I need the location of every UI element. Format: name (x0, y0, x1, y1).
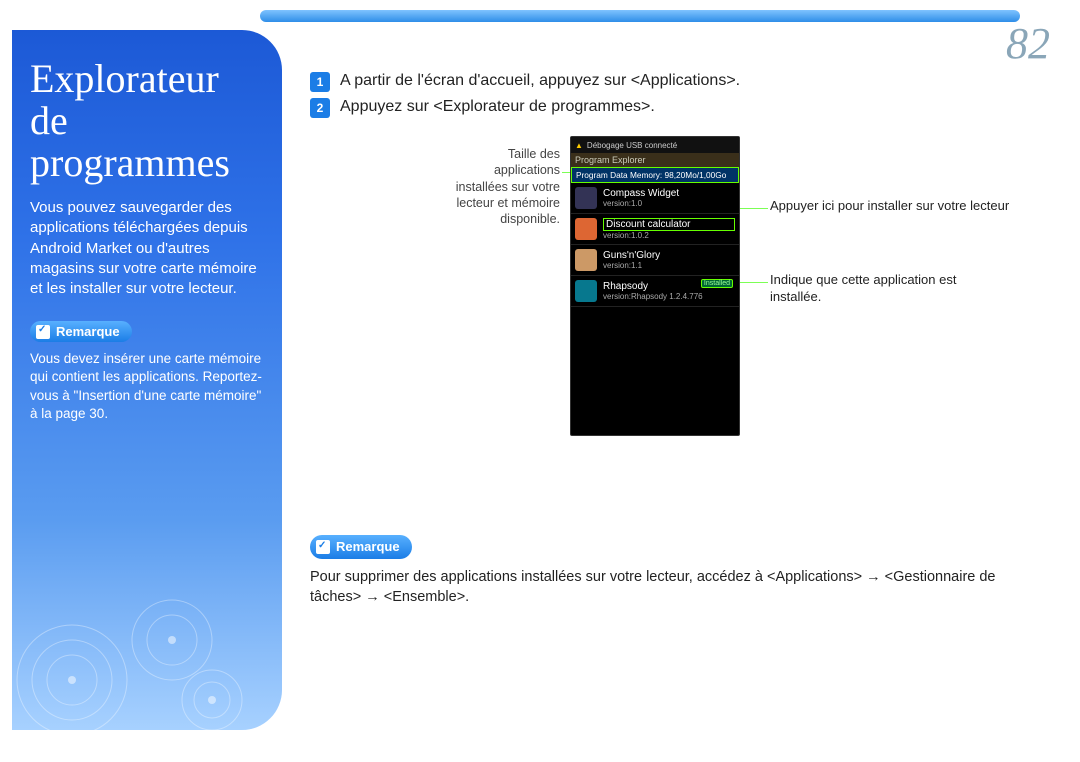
app-icon (575, 249, 597, 271)
decorative-circles (12, 510, 282, 730)
phone-title: Program Explorer (571, 153, 739, 167)
app-row-compass: Compass Widget version:1.0 (571, 183, 739, 214)
remark-badge-sidebar: Remarque (30, 321, 132, 342)
app-version: version:Rhapsody 1.2.4.776 (603, 292, 735, 301)
step-2: 2 Appuyez sur <Explorateur de programmes… (310, 98, 1050, 118)
app-version: version:1.1 (603, 261, 735, 270)
phone-screenshot: ▲ Débogage USB connecté Program Explorer… (570, 136, 740, 436)
page-number: 82 (1006, 18, 1050, 69)
remark-label: Remarque (56, 324, 120, 339)
phone-memory-bar: Program Data Memory: 98,20Mo/1,00Go (571, 167, 739, 183)
cube-icon (316, 540, 330, 554)
step-text-1: A partir de l'écran d'accueil, appuyez s… (340, 72, 740, 90)
step-num-2: 2 (310, 98, 330, 118)
app-icon (575, 187, 597, 209)
app-icon (575, 218, 597, 240)
callout-line (740, 208, 768, 209)
installed-pill: Installed (701, 279, 733, 288)
app-version: version:1.0.2 (603, 231, 735, 240)
step-text-2: Appuyez sur <Explorateur de programmes>. (340, 98, 655, 116)
app-name: Compass Widget (603, 188, 735, 199)
app-name: Guns'n'Glory (603, 250, 735, 261)
header-accent-bar (260, 10, 1020, 22)
remark-label: Remarque (336, 538, 400, 556)
remark-badge-bottom: Remarque (310, 535, 412, 559)
step-num-1: 1 (310, 72, 330, 92)
caption-install: Appuyer ici pour installer sur votre lec… (770, 198, 1010, 215)
main-content: 1 A partir de l'écran d'accueil, appuyez… (310, 72, 1050, 456)
bottom-remark-text: Pour supprimer des applications installé… (310, 567, 1010, 608)
sidebar-description: Vous pouvez sauvegarder des applications… (30, 198, 262, 299)
caption-installed: Indique que cette application est instal… (770, 272, 1010, 306)
page-title: Explorateur de programmes (30, 58, 262, 184)
app-icon (575, 280, 597, 302)
app-name: Discount calculator (603, 218, 735, 231)
callout-line (740, 282, 768, 283)
warning-icon: ▲ (575, 141, 583, 150)
bottom-remark: Remarque Pour supprimer des applications… (310, 535, 1010, 608)
cube-icon (36, 325, 50, 339)
phone-statusbar: ▲ Débogage USB connecté (571, 137, 739, 153)
app-row-guns: Guns'n'Glory version:1.1 (571, 245, 739, 276)
app-row-discount: Discount calculator version:1.0.2 (571, 214, 739, 245)
step-1: 1 A partir de l'écran d'accueil, appuyez… (310, 72, 1050, 92)
caption-memory: Taille des applications installées sur v… (440, 146, 560, 227)
app-version: version:1.0 (603, 199, 735, 208)
figure: Taille des applications installées sur v… (310, 136, 1050, 456)
status-text: Débogage USB connecté (587, 141, 677, 150)
sidebar-note: Vous devez insérer une carte mémoire qui… (30, 350, 262, 423)
sidebar: Explorateur de programmes Vous pouvez sa… (12, 30, 282, 730)
